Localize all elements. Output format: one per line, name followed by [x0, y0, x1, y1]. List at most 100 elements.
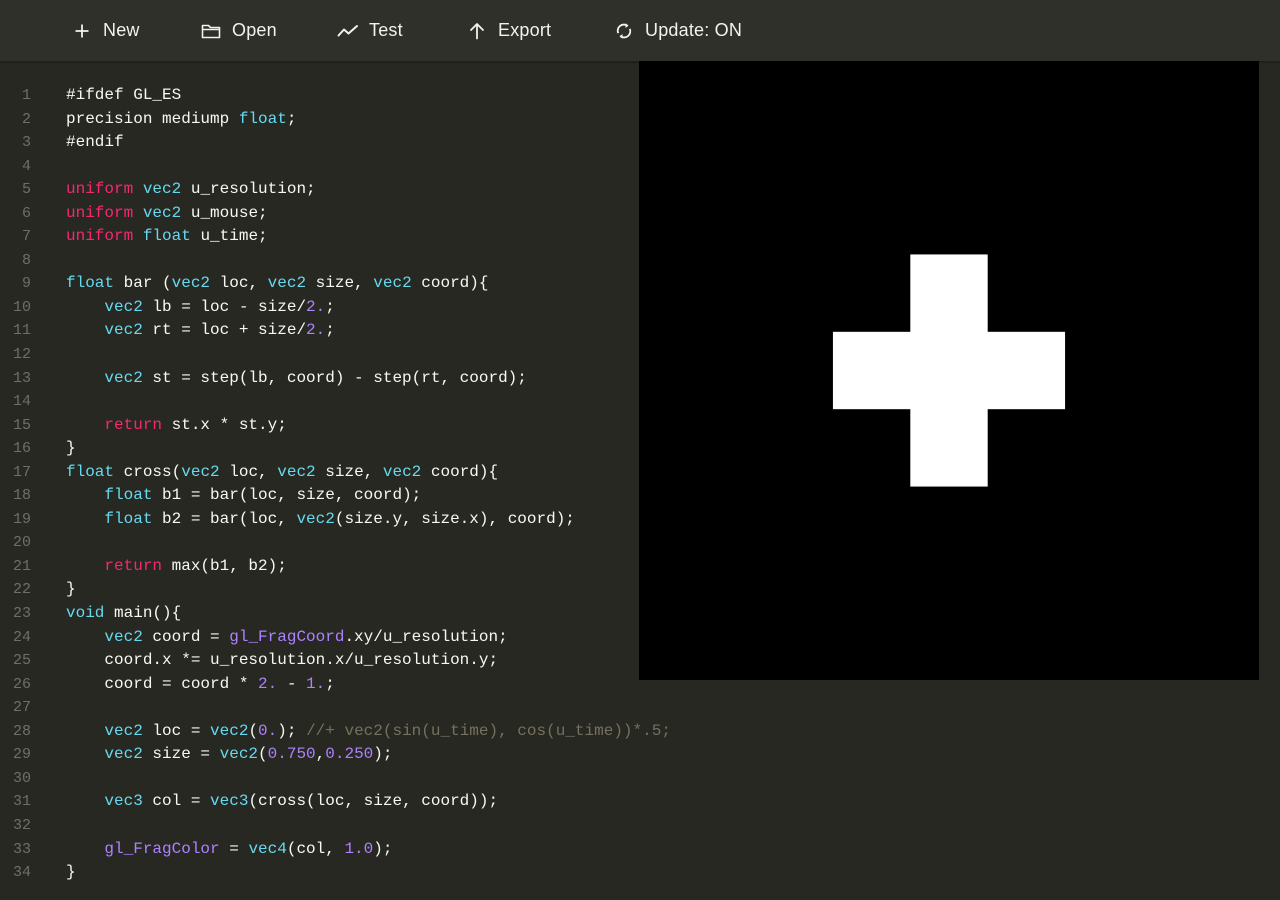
code-text[interactable]: void main(){	[66, 602, 181, 626]
code-token: size =	[142, 745, 220, 764]
shader-preview-svg	[639, 61, 1259, 680]
open-button[interactable]: Open	[200, 0, 277, 61]
test-button-label: Test	[369, 20, 403, 40]
code-token: ,	[315, 745, 326, 764]
code-token: (col,	[286, 839, 345, 858]
code-token: precision mediump	[66, 109, 239, 128]
line-number: 15	[12, 416, 31, 434]
line-number: 2	[21, 110, 31, 128]
code-text[interactable]: #ifdef GL_ES	[66, 84, 181, 108]
export-button[interactable]: Export	[466, 0, 551, 61]
code-token: col =	[142, 792, 211, 811]
code-text[interactable]: vec2 coord = gl_FragCoord.xy/u_resolutio…	[66, 626, 508, 650]
code-token: float	[238, 109, 287, 128]
test-button[interactable]: Test	[337, 0, 403, 61]
code-token: ;	[325, 321, 335, 340]
code-text[interactable]: vec2 lb = loc - size/2.;	[66, 296, 334, 320]
code-text[interactable]: return max(b1, b2);	[66, 555, 287, 579]
code-token: vec2	[142, 180, 182, 199]
code-token: vec3	[210, 792, 249, 811]
code-token: vec2	[104, 368, 143, 387]
line-number: 1	[21, 87, 31, 104]
line-number: 28	[12, 722, 31, 740]
code-text[interactable]: vec3 col = vec3(cross(loc, size, coord))…	[66, 790, 498, 814]
code-text[interactable]: }	[66, 578, 76, 602]
code-token: 2.	[306, 321, 326, 340]
code-token: 2.	[306, 297, 326, 316]
line-number: 20	[12, 534, 31, 552]
line-number: 5	[21, 181, 31, 199]
code-token: (	[248, 721, 259, 740]
code-text[interactable]: float b1 = bar(loc, size, coord);	[66, 484, 421, 508]
code-token: vec2	[382, 462, 422, 481]
code-token: vec4	[248, 839, 287, 858]
code-token: 1.0	[344, 839, 374, 858]
code-text[interactable]: #endif	[66, 131, 124, 155]
code-text[interactable]: coord = coord * 2. - 1.;	[66, 673, 334, 697]
code-text[interactable]: vec2 rt = loc + size/2.;	[66, 319, 335, 343]
line-number: 32	[12, 816, 31, 834]
code-token: float	[66, 462, 115, 481]
code-token: =	[219, 839, 249, 858]
code-text[interactable]: return st.x * st.y;	[66, 414, 286, 438]
code-token: bar (	[114, 274, 172, 293]
code-text[interactable]: float b2 = bar(loc, vec2(size.y, size.x)…	[66, 508, 575, 532]
code-text[interactable]: float bar (vec2 loc, vec2 size, vec2 coo…	[66, 272, 488, 296]
code-token: .xy/u_resolution;	[344, 627, 508, 646]
code-token: main(){	[104, 604, 182, 623]
code-token: );	[373, 745, 393, 764]
code-token: vec2	[104, 745, 143, 764]
code-text[interactable]: }	[66, 861, 76, 885]
code-token: b1 = bar(loc, size, coord);	[152, 486, 422, 505]
line-chart-icon	[337, 20, 359, 42]
folder-icon	[200, 20, 222, 42]
code-token: max(b1, b2);	[162, 556, 287, 575]
code-token: vec2	[104, 321, 143, 340]
code-token: vec2	[219, 745, 259, 764]
code-text[interactable]: coord.x *= u_resolution.x/u_resolution.y…	[66, 649, 498, 673]
code-text[interactable]: vec2 loc = vec2(0.); //+ vec2(sin(u_time…	[66, 720, 671, 744]
code-text[interactable]: gl_FragColor = vec4(col, 1.0);	[66, 838, 392, 862]
code-token: }	[66, 580, 76, 599]
code-text[interactable]: }	[66, 437, 76, 461]
code-text[interactable]: precision mediump float;	[66, 108, 296, 132]
code-text[interactable]: uniform vec2 u_mouse;	[66, 202, 268, 226]
code-text[interactable]: uniform vec2 u_resolution;	[66, 178, 316, 202]
plus-icon	[71, 20, 93, 42]
code-token: st = step(lb, coord) - step(rt, coord);	[142, 368, 527, 387]
code-token: return	[104, 415, 163, 434]
line-number: 25	[12, 652, 31, 670]
line-number: 27	[12, 699, 31, 717]
update-toggle-button[interactable]: Update: ON	[613, 0, 742, 61]
code-token: lb = loc - size/	[142, 297, 307, 316]
code-token: return	[104, 556, 163, 575]
shader-preview-canvas[interactable]	[639, 61, 1259, 680]
code-token: 2.	[258, 674, 278, 693]
code-text[interactable]: vec2 st = step(lb, coord) - step(rt, coo…	[66, 367, 527, 391]
line-number: 23	[12, 605, 31, 623]
line-number: 30	[12, 769, 31, 787]
code-token: coord){	[421, 462, 499, 481]
new-button-label: New	[103, 20, 140, 40]
code-token: vec3	[104, 792, 143, 811]
line-number: 7	[21, 228, 31, 246]
code-token: b2 = bar(loc,	[152, 509, 297, 528]
new-button[interactable]: New	[71, 0, 140, 61]
line-number: 8	[21, 251, 31, 269]
code-text[interactable]: vec2 size = vec2(0.750,0.250);	[66, 743, 392, 767]
code-text[interactable]: float cross(vec2 loc, vec2 size, vec2 co…	[66, 461, 498, 485]
code-token: coord = coord *	[66, 674, 259, 693]
code-token: 1.	[306, 674, 326, 693]
code-token: 0.250	[325, 745, 374, 764]
code-token: -	[277, 674, 307, 693]
line-number: 4	[21, 157, 31, 175]
code-text[interactable]: uniform float u_time;	[66, 225, 268, 249]
code-token: uniform	[66, 180, 134, 199]
